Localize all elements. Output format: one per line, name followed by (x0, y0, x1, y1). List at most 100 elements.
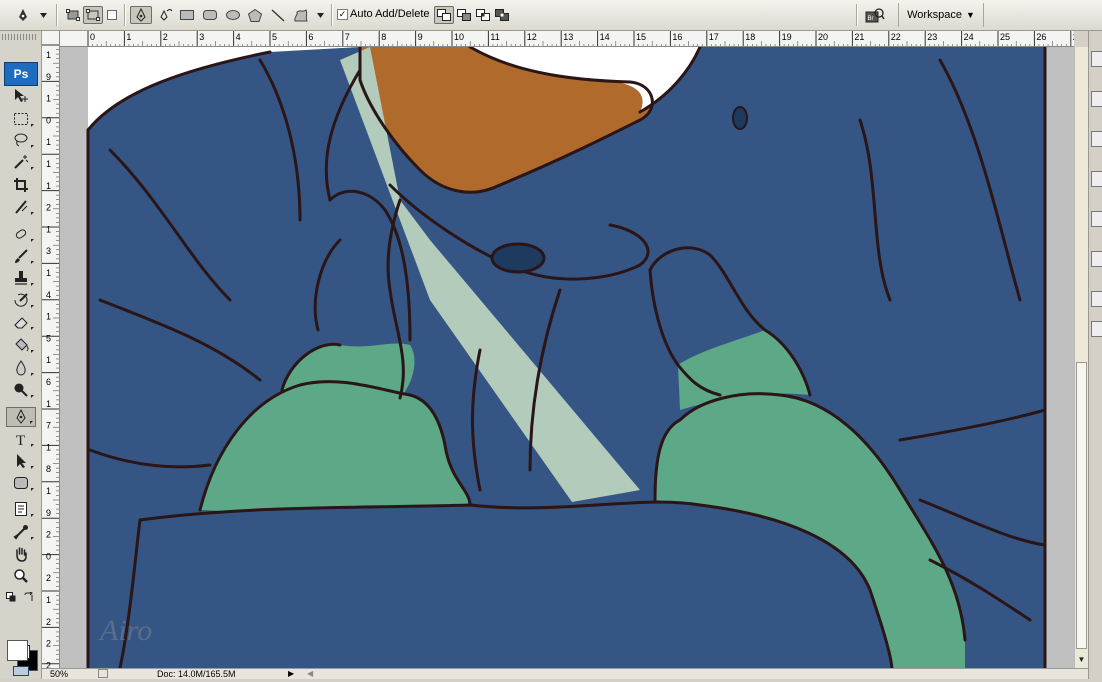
scrollbar-thumb[interactable] (1076, 362, 1087, 649)
workspace-menu[interactable]: Workspace ▼ (898, 3, 984, 27)
ruler-label: 2 (46, 203, 51, 213)
ruler-label: 1 (46, 224, 51, 234)
screen-mode-icon[interactable] (10, 665, 32, 677)
rectangle-shape-icon[interactable] (178, 6, 196, 24)
ruler-label: 9 (46, 508, 51, 518)
move-tool-icon[interactable] (6, 86, 36, 106)
ruler-label: 26 (1036, 32, 1046, 42)
zoom-preview-icon[interactable] (98, 669, 108, 678)
vertical-ruler[interactable]: 191011121314151617181920212223 (42, 31, 60, 682)
slice-tool-icon[interactable] (6, 197, 36, 217)
ruler-label: 2 (46, 617, 51, 627)
notes-tool-icon[interactable] (6, 499, 36, 519)
ruler-label: 12 (527, 32, 537, 42)
zoom-level[interactable]: 50% (50, 669, 68, 679)
type-tool-icon[interactable]: T (6, 429, 36, 449)
hand-tool-icon[interactable] (6, 544, 36, 564)
ruler-label: 1 (46, 312, 51, 322)
freeform-pen-option-icon[interactable] (155, 6, 175, 24)
zoom-tool-icon[interactable] (6, 566, 36, 586)
photoshop-logo[interactable]: Ps (4, 62, 38, 86)
ruler-label: 6 (46, 377, 51, 387)
panel-icon[interactable] (1091, 211, 1102, 227)
path-subtract-mode-icon[interactable] (455, 6, 473, 24)
canvas-area[interactable]: Airo (60, 47, 1074, 668)
ruler-label: 13 (563, 32, 573, 42)
svg-text:T: T (16, 433, 25, 447)
ruler-label: 27 (1073, 32, 1074, 42)
auto-add-delete-checkbox[interactable]: ✓ (337, 9, 348, 20)
ruler-label: 9 (46, 72, 51, 82)
ruler-label: 4 (46, 290, 51, 300)
foreground-color-swatch[interactable] (7, 640, 28, 661)
ruler-label: 25 (1000, 32, 1010, 42)
panel-icon[interactable] (1091, 291, 1102, 307)
panel-grip[interactable] (2, 34, 38, 40)
crop-tool-icon[interactable] (6, 175, 36, 195)
ruler-label: 1 (46, 50, 51, 60)
shape-dropdown-icon[interactable] (315, 6, 325, 24)
horizontal-ruler[interactable]: 0 1 2 3 4 5 6 7 8 9 10 11 12 13 14 15 16 17 18 19 20 21 22 23 24… (42, 31, 1074, 47)
bridge-icon[interactable]: Br (864, 6, 886, 24)
eraser-tool-icon[interactable] (6, 312, 36, 332)
ruler-label: 1 (46, 399, 51, 409)
panel-icon[interactable] (1091, 131, 1102, 147)
rounded-rectangle-shape-icon[interactable] (201, 6, 219, 24)
panel-icon[interactable] (1091, 321, 1102, 337)
healing-brush-tool-icon[interactable] (6, 224, 36, 244)
pen-tool-preset-icon[interactable] (14, 6, 32, 24)
panel-icon[interactable] (1091, 51, 1102, 67)
eyedropper-tool-icon[interactable] (6, 522, 36, 542)
artist-signature: Airo (98, 614, 152, 647)
lasso-tool-icon[interactable] (6, 130, 36, 150)
path-exclude-mode-icon[interactable] (493, 6, 511, 24)
ellipse-shape-icon[interactable] (224, 6, 242, 24)
shape-tool-icon[interactable] (6, 473, 36, 493)
path-selection-tool-icon[interactable] (6, 451, 36, 471)
panel-icon[interactable] (1091, 171, 1102, 187)
scroll-down-arrow[interactable]: ▼ (1075, 653, 1088, 665)
ruler-label: 1 (46, 355, 51, 365)
default-colors-icon[interactable] (4, 591, 18, 603)
pen-tool-option-icon[interactable] (130, 6, 152, 24)
panel-icon[interactable] (1091, 251, 1102, 267)
artwork-canvas[interactable]: Airo (60, 47, 1074, 668)
ruler-label: 2 (46, 573, 51, 583)
custom-shape-icon[interactable] (291, 6, 311, 24)
ruler-label: 1 (126, 32, 131, 42)
ruler-label: 5 (46, 333, 51, 343)
ruler-label: 6 (308, 32, 313, 42)
paint-bucket-tool-icon[interactable] (6, 335, 36, 355)
history-brush-tool-icon[interactable] (6, 290, 36, 310)
ruler-label: 2 (46, 639, 51, 649)
paths-mode-icon[interactable] (83, 6, 103, 24)
swap-colors-icon[interactable] (22, 591, 36, 603)
brush-tool-icon[interactable] (6, 246, 36, 266)
status-menu-arrow-icon[interactable]: ▶ (288, 669, 294, 678)
magic-wand-tool-icon[interactable] (6, 152, 36, 172)
dodge-tool-icon[interactable] (6, 380, 36, 400)
auto-add-delete-label: Auto Add/Delete (350, 8, 430, 20)
panel-icon[interactable] (1091, 91, 1102, 107)
ruler-label: 0 (46, 115, 51, 125)
ruler-label: 16 (672, 32, 682, 42)
path-add-mode-icon[interactable] (434, 6, 454, 24)
ruler-label: 1 (46, 486, 51, 496)
clone-stamp-tool-icon[interactable] (6, 268, 36, 288)
marquee-tool-icon[interactable] (6, 109, 36, 129)
pen-tool-icon[interactable] (6, 407, 36, 427)
line-shape-icon[interactable] (269, 6, 287, 24)
vertical-scrollbar[interactable]: ▼ (1074, 47, 1088, 668)
polygon-shape-icon[interactable] (246, 6, 264, 24)
shape-layers-icon[interactable] (64, 6, 82, 24)
ruler-label: 5 (272, 32, 277, 42)
fill-pixels-icon[interactable] (105, 6, 119, 24)
ruler-label: 8 (381, 32, 386, 42)
ruler-label: 9 (418, 32, 423, 42)
blur-tool-icon[interactable] (6, 358, 36, 378)
tool-preset-dropdown-icon[interactable] (38, 6, 48, 24)
ruler-label: 3 (199, 32, 204, 42)
path-intersect-mode-icon[interactable] (474, 6, 492, 24)
scroll-left-arrow-icon[interactable]: ◀ (307, 669, 313, 678)
options-bar: ✓ Auto Add/Delete Br Workspace ▼ (0, 0, 1102, 31)
